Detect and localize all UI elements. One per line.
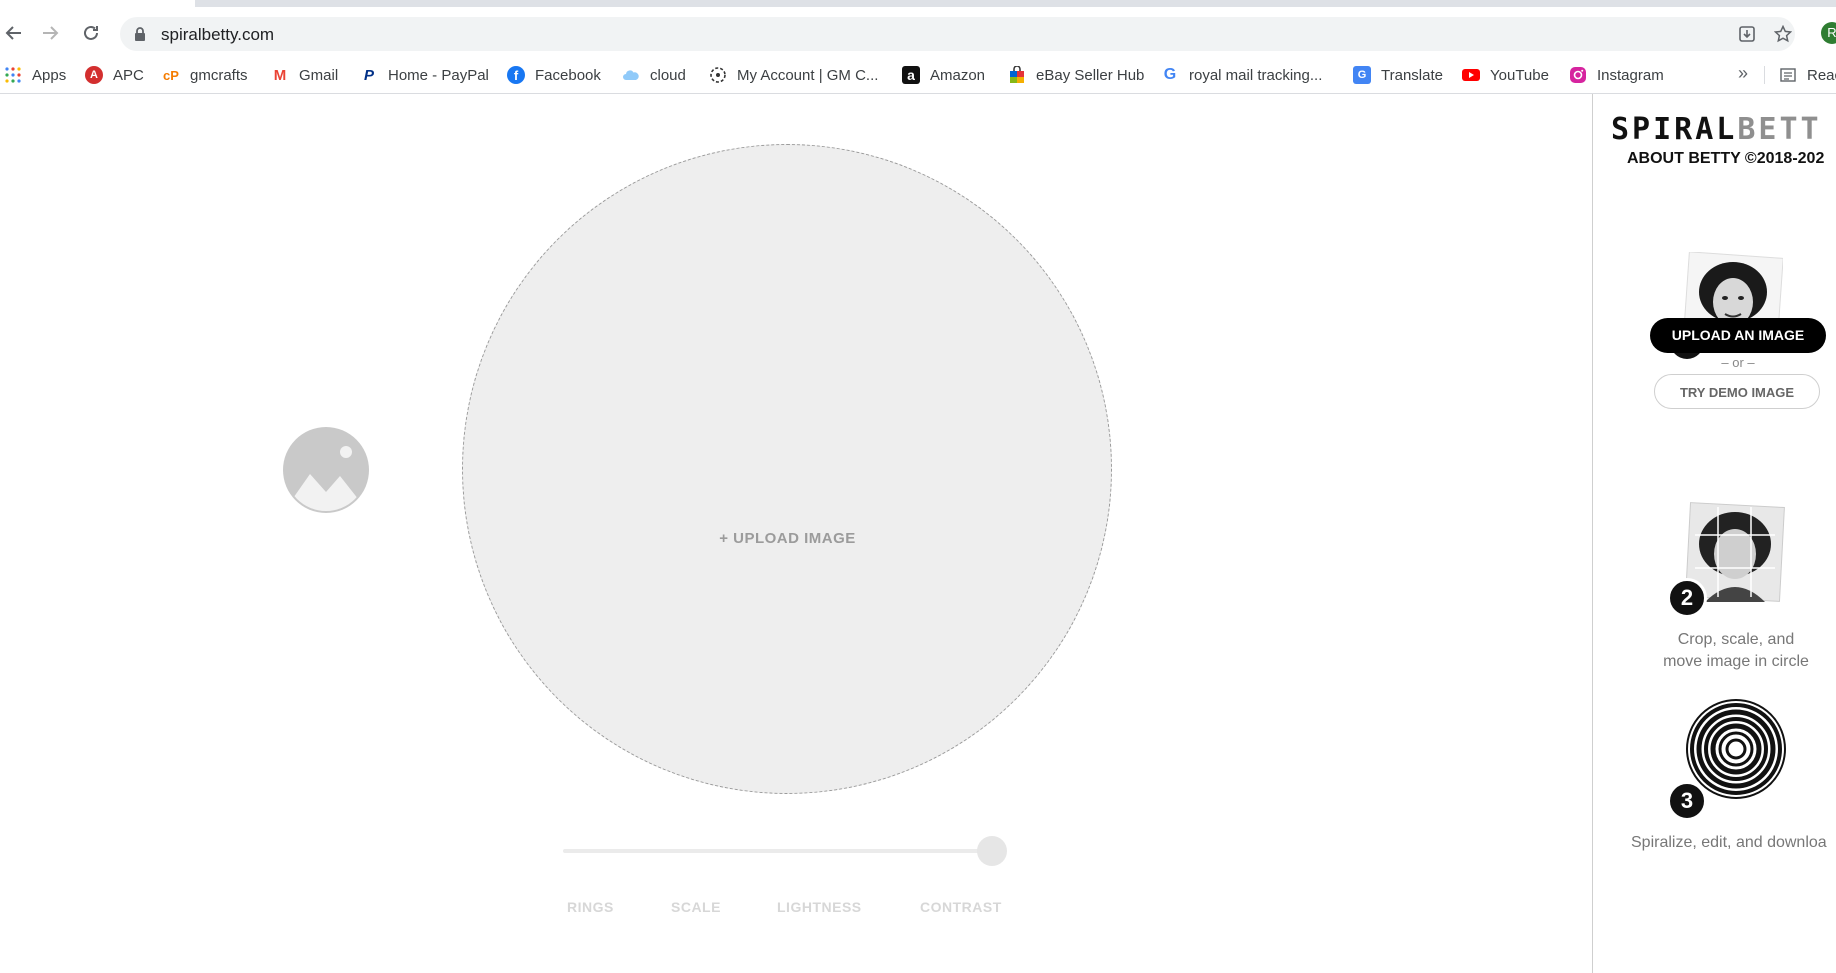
try-demo-button[interactable]: TRY DEMO IMAGE xyxy=(1654,374,1820,409)
browser-toolbar: spiralbetty.com R xyxy=(0,7,1836,57)
forward-button[interactable] xyxy=(36,19,64,47)
bookmark-my-account[interactable]: My Account | GM C... xyxy=(709,57,878,93)
apps-grid-icon xyxy=(4,66,22,84)
control-scale[interactable]: SCALE xyxy=(671,899,721,915)
translate-icon: G xyxy=(1353,66,1371,84)
control-contrast[interactable]: CONTRAST xyxy=(920,899,1002,915)
or-separator: – or – xyxy=(1721,355,1755,370)
step3-description: Spiralize, edit, and downloa xyxy=(1631,834,1827,851)
gmail-icon: M xyxy=(273,66,287,84)
profile-avatar[interactable]: R xyxy=(1821,22,1836,44)
step2-badge: 2 xyxy=(1667,578,1707,618)
bookmark-instagram[interactable]: Instagram xyxy=(1569,57,1664,93)
upload-image-label[interactable]: + UPLOAD IMAGE xyxy=(620,530,955,547)
instructions-panel: SPIRALBETT ABOUT BETTY ©2018-202 1 UPLOA… xyxy=(1592,94,1836,973)
bookmark-gmcrafts[interactable]: cP gmcrafts xyxy=(162,57,247,93)
back-button[interactable] xyxy=(0,19,28,47)
reading-list-icon xyxy=(1779,66,1797,84)
bookmark-facebook[interactable]: f Facebook xyxy=(507,57,601,93)
bookmark-gmail[interactable]: M Gmail xyxy=(271,57,338,93)
account-icon xyxy=(709,66,727,84)
bookmarks-separator xyxy=(1764,66,1765,84)
paypal-icon: P xyxy=(363,66,374,84)
upload-drop-circle[interactable] xyxy=(462,144,1112,794)
reload-button[interactable] xyxy=(77,19,105,47)
bookmark-star-icon[interactable] xyxy=(1774,25,1792,43)
upload-image-button[interactable]: UPLOAD AN IMAGE xyxy=(1650,318,1826,353)
editor-area: + UPLOAD IMAGE RINGS SCALE LIGHTNESS CON… xyxy=(0,94,1592,973)
facebook-icon: f xyxy=(507,66,525,84)
tab-strip xyxy=(195,0,1836,7)
reading-list-button[interactable]: Reac xyxy=(1779,57,1836,93)
control-lightness[interactable]: LIGHTNESS xyxy=(777,899,862,915)
bookmark-apc[interactable]: A APC xyxy=(85,57,144,93)
site-logo[interactable]: SPIRALBETT xyxy=(1611,112,1822,147)
address-bar[interactable]: spiralbetty.com xyxy=(120,17,1795,51)
instagram-icon xyxy=(1569,66,1587,84)
cloud-icon xyxy=(622,66,640,84)
control-rings[interactable]: RINGS xyxy=(567,899,614,915)
step3-spiral-image xyxy=(1686,699,1786,799)
lock-icon xyxy=(135,27,145,41)
bookmark-translate[interactable]: G Translate xyxy=(1353,57,1443,93)
apc-icon: A xyxy=(85,66,103,84)
bookmark-apps[interactable]: Apps xyxy=(4,57,66,93)
bookmark-ebay[interactable]: eBay Seller Hub xyxy=(1008,57,1144,93)
step2-description: Crop, scale, and move image in circle xyxy=(1663,631,1809,670)
gmcrafts-icon: cP xyxy=(163,67,179,83)
bookmark-royal-mail[interactable]: Groyal mail tracking... xyxy=(1161,57,1323,93)
install-app-icon[interactable] xyxy=(1738,25,1756,43)
more-bookmarks-button[interactable]: » xyxy=(1738,63,1748,84)
bookmark-amazon[interactable]: a Amazon xyxy=(902,57,985,93)
bookmarks-bar: Apps A APC cP gmcrafts M Gmail P Home - PayP… xyxy=(0,57,1836,94)
adjust-slider-thumb[interactable] xyxy=(977,836,1007,866)
amazon-icon: a xyxy=(902,66,920,84)
image-placeholder-icon xyxy=(283,427,369,513)
adjust-slider-track[interactable] xyxy=(563,849,1003,853)
about-link[interactable]: ABOUT BETTY ©2018-202 xyxy=(1627,150,1824,168)
ebay-icon xyxy=(1008,66,1026,84)
bookmark-paypal[interactable]: P Home - PayPal xyxy=(360,57,489,93)
url-text: spiralbetty.com xyxy=(161,25,275,44)
step3-badge: 3 xyxy=(1667,781,1707,821)
bookmark-cloud[interactable]: cloud xyxy=(622,57,686,93)
google-icon: G xyxy=(1163,66,1177,83)
youtube-icon xyxy=(1462,66,1480,84)
bookmark-youtube[interactable]: YouTube xyxy=(1462,57,1549,93)
forward-arrow-icon xyxy=(43,26,59,40)
reload-icon xyxy=(84,25,98,40)
back-arrow-icon xyxy=(5,26,21,40)
